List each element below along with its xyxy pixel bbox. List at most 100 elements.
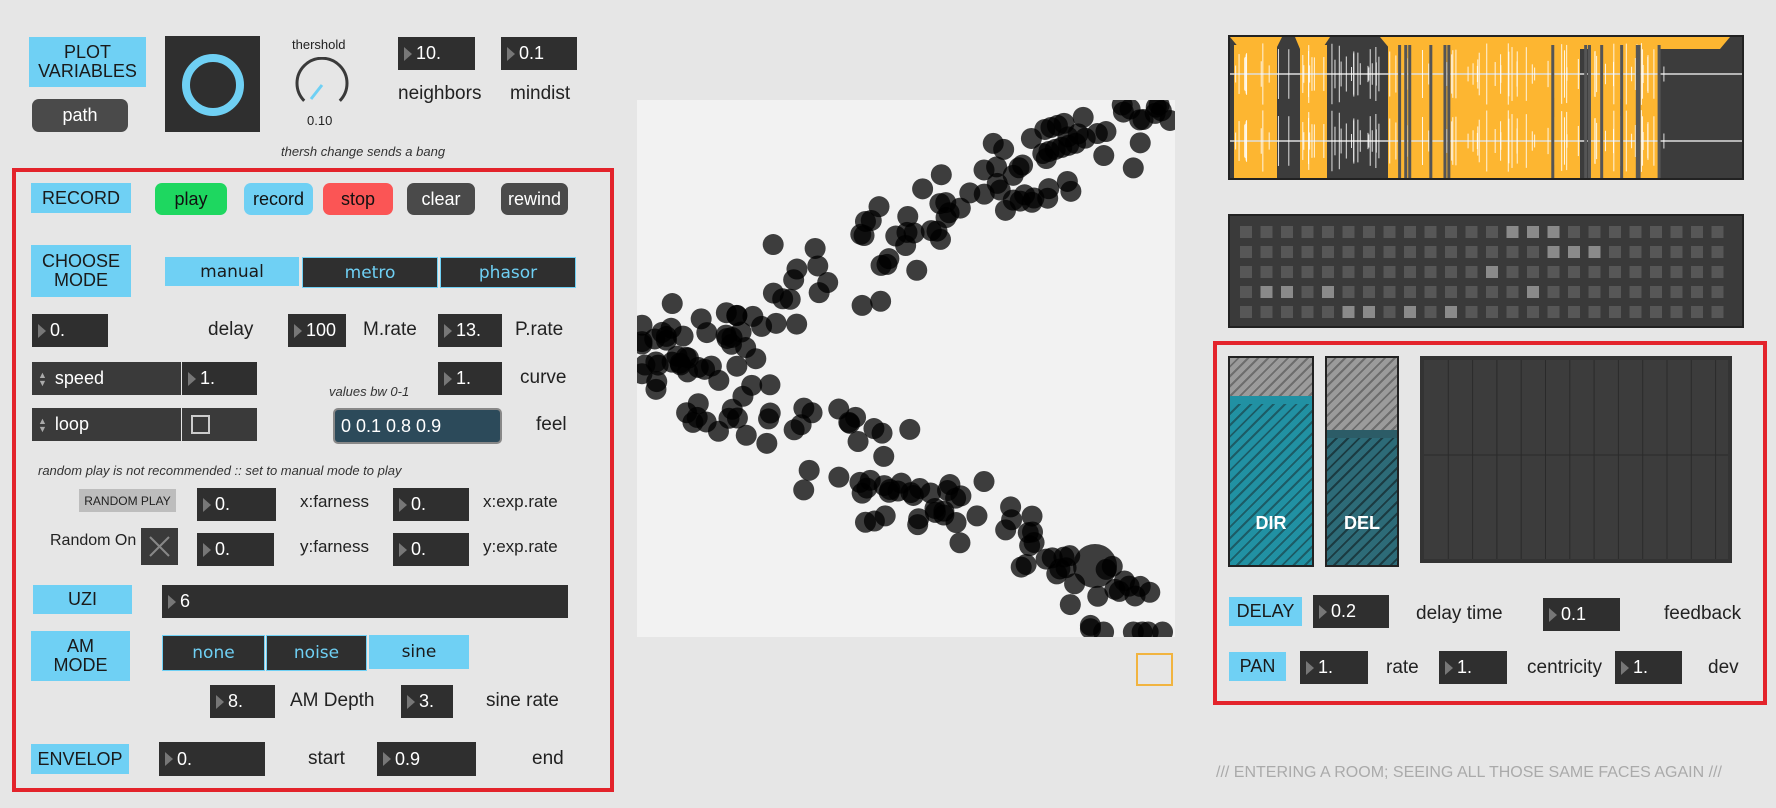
matrix-cell[interactable] xyxy=(1711,286,1724,298)
sinerate-number[interactable]: 3. xyxy=(401,685,453,718)
delaytime-number[interactable]: 0.2 xyxy=(1313,595,1389,628)
matrix-cell[interactable] xyxy=(1691,266,1703,278)
matrix-cell[interactable] xyxy=(1711,306,1724,318)
matrix-cell[interactable] xyxy=(1424,226,1437,238)
matrix-cell[interactable] xyxy=(1568,306,1580,318)
matrix-cell[interactable] xyxy=(1609,306,1621,318)
matrix-cell[interactable] xyxy=(1260,306,1273,318)
matrix-cell[interactable] xyxy=(1568,266,1580,278)
multislider-grid[interactable] xyxy=(1420,356,1732,563)
waveform-display[interactable] xyxy=(1228,35,1744,180)
matrix-cell[interactable] xyxy=(1670,306,1683,318)
am-tab-noise[interactable]: noise xyxy=(266,635,367,671)
matrix-cell[interactable] xyxy=(1404,226,1416,238)
matrix-cell[interactable] xyxy=(1404,286,1416,298)
mode-tab-manual[interactable]: manual xyxy=(165,257,299,286)
matrix-cell[interactable] xyxy=(1281,266,1293,278)
matrix-cell[interactable] xyxy=(1629,226,1642,238)
matrix-cell[interactable] xyxy=(1568,286,1580,298)
am-tab-none[interactable]: none xyxy=(162,635,265,671)
matrix-cell[interactable] xyxy=(1588,266,1601,278)
matrix-cell[interactable] xyxy=(1301,266,1314,278)
neighbors-number[interactable]: 10. xyxy=(398,37,475,70)
matrix-cell[interactable] xyxy=(1445,306,1457,318)
matrix-cell[interactable] xyxy=(1281,306,1293,318)
matrix-cell[interactable] xyxy=(1383,306,1396,318)
matrix-cell[interactable] xyxy=(1527,246,1539,258)
matrix-cell[interactable] xyxy=(1506,306,1519,318)
matrix-cell[interactable] xyxy=(1424,266,1437,278)
matrix-cell[interactable] xyxy=(1650,266,1662,278)
matrix-cell[interactable] xyxy=(1363,306,1375,318)
matrix-cell[interactable] xyxy=(1363,286,1375,298)
matrix-cell[interactable] xyxy=(1527,286,1539,298)
matrix-cell[interactable] xyxy=(1260,226,1273,238)
matrix-cell[interactable] xyxy=(1465,226,1478,238)
matrix-cell[interactable] xyxy=(1363,226,1375,238)
matrix-cell[interactable] xyxy=(1527,306,1539,318)
matrix-cell[interactable] xyxy=(1711,226,1724,238)
matrix-cell[interactable] xyxy=(1260,266,1273,278)
delay-tag[interactable]: DELAY xyxy=(1229,597,1302,626)
matrix-cell[interactable] xyxy=(1383,226,1396,238)
matrix-cell[interactable] xyxy=(1301,306,1314,318)
matrix-cell[interactable] xyxy=(1465,246,1478,258)
matrix-cell[interactable] xyxy=(1629,266,1642,278)
record-button[interactable]: record xyxy=(244,183,313,215)
path-button[interactable]: path xyxy=(32,99,128,132)
matrix-cell[interactable] xyxy=(1240,306,1252,318)
feedback-number[interactable]: 0.1 xyxy=(1543,598,1620,631)
matrix-cell[interactable] xyxy=(1260,286,1273,298)
mrate-number[interactable]: 100 xyxy=(288,314,346,347)
matrix-cell[interactable] xyxy=(1486,266,1498,278)
dev-number[interactable]: 1. xyxy=(1615,651,1682,684)
matrix-cell[interactable] xyxy=(1383,286,1396,298)
matrix-cell[interactable] xyxy=(1486,286,1498,298)
matrix-cell[interactable] xyxy=(1506,266,1519,278)
matrix-cell[interactable] xyxy=(1342,286,1355,298)
corner-toggle[interactable] xyxy=(1136,653,1173,686)
matrix-cell[interactable] xyxy=(1588,306,1601,318)
xexp-number[interactable]: 0. xyxy=(393,488,469,521)
matrix-cell[interactable] xyxy=(1240,286,1252,298)
matrix-cell[interactable] xyxy=(1650,226,1662,238)
matrix-cell[interactable] xyxy=(1506,246,1519,258)
matrix-cell[interactable] xyxy=(1691,226,1703,238)
del-slider[interactable]: DEL xyxy=(1325,356,1399,567)
random-play-button[interactable]: RANDOM PLAY xyxy=(79,489,176,512)
play-button[interactable]: play xyxy=(155,183,227,215)
matrix-cell[interactable] xyxy=(1445,246,1457,258)
matrix-cell[interactable] xyxy=(1281,246,1293,258)
matrix-cell[interactable] xyxy=(1424,286,1437,298)
matrix-cell[interactable] xyxy=(1301,286,1314,298)
matrix-cell[interactable] xyxy=(1445,226,1457,238)
matrix-cell[interactable] xyxy=(1609,286,1621,298)
matrix-cell[interactable] xyxy=(1547,226,1560,238)
feel-message[interactable]: 0 0.1 0.8 0.9 xyxy=(333,408,502,444)
matrix-cell[interactable] xyxy=(1322,226,1334,238)
speed-menu[interactable]: ▲ ▼ speed xyxy=(32,362,181,395)
mindist-number[interactable]: 0.1 xyxy=(501,37,577,70)
step-matrix[interactable] xyxy=(1228,214,1744,328)
rewind-button[interactable]: rewind xyxy=(501,183,568,215)
matrix-cell[interactable] xyxy=(1609,226,1621,238)
matrix-cell[interactable] xyxy=(1240,266,1252,278)
scatter-canvas[interactable] xyxy=(637,100,1175,637)
matrix-cell[interactable] xyxy=(1486,226,1498,238)
matrix-cell[interactable] xyxy=(1711,246,1724,258)
matrix-cell[interactable] xyxy=(1342,266,1355,278)
matrix-cell[interactable] xyxy=(1527,226,1539,238)
matrix-cell[interactable] xyxy=(1588,226,1601,238)
matrix-cell[interactable] xyxy=(1281,286,1293,298)
matrix-cell[interactable] xyxy=(1670,266,1683,278)
matrix-cell[interactable] xyxy=(1240,246,1252,258)
matrix-cell[interactable] xyxy=(1650,306,1662,318)
loop-toggle[interactable] xyxy=(182,408,257,441)
matrix-cell[interactable] xyxy=(1363,266,1375,278)
speed-number[interactable]: 1. xyxy=(182,362,257,395)
matrix-cell[interactable] xyxy=(1650,286,1662,298)
matrix-cell[interactable] xyxy=(1465,266,1478,278)
matrix-cell[interactable] xyxy=(1363,246,1375,258)
matrix-cell[interactable] xyxy=(1301,246,1314,258)
pan-tag[interactable]: PAN xyxy=(1229,652,1286,681)
